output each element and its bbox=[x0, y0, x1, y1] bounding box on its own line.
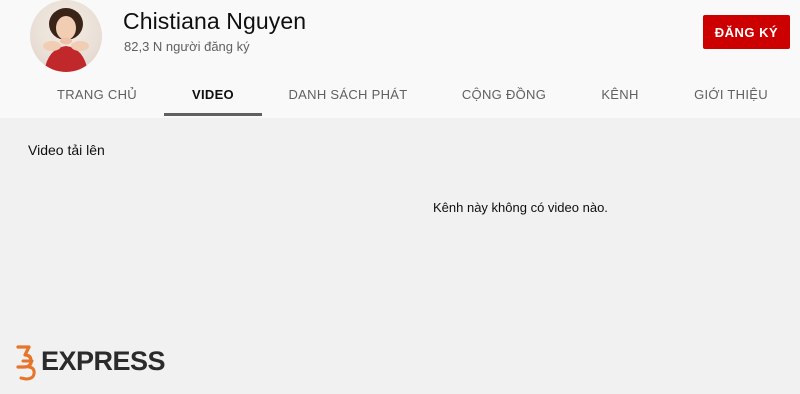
subscriber-count: 82,3 N người đăng ký bbox=[124, 39, 250, 54]
watermark-text: EXPRESS bbox=[41, 345, 166, 376]
tab-community[interactable]: CỘNG ĐỒNG bbox=[458, 74, 550, 115]
channel-avatar[interactable] bbox=[30, 0, 102, 72]
subscribe-button[interactable]: ĐĂNG KÝ bbox=[703, 15, 790, 49]
channel-name: Chistiana Nguyen bbox=[123, 8, 307, 34]
tab-about[interactable]: GIỚI THIỆU bbox=[690, 74, 772, 115]
avatar-image bbox=[43, 8, 89, 72]
watermark: EXPRESS bbox=[15, 341, 166, 381]
channel-tabs: TRANG CHỦ VIDEO DANH SÁCH PHÁT CỘNG ĐỒNG… bbox=[0, 74, 800, 118]
tab-video[interactable]: VIDEO bbox=[164, 74, 262, 116]
empty-state-message: Kênh này không có video nào. bbox=[433, 200, 608, 215]
tab-home[interactable]: TRANG CHỦ bbox=[52, 74, 142, 115]
tab-channels[interactable]: KÊNH bbox=[592, 74, 648, 115]
35-logo-icon bbox=[16, 345, 36, 381]
channel-header: Chistiana Nguyen 82,3 N người đăng ký ĐĂ… bbox=[0, 0, 800, 118]
uploads-section-title[interactable]: Video tải lên bbox=[28, 142, 105, 158]
tab-playlists[interactable]: DANH SÁCH PHÁT bbox=[284, 74, 412, 115]
